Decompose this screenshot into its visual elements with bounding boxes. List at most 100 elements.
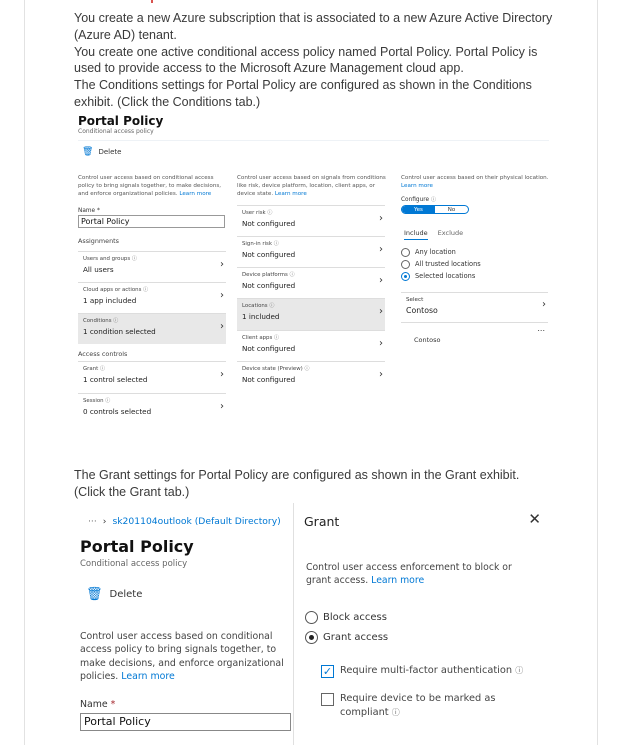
radio-label: Grant access (323, 632, 389, 643)
conditions-description: Control user access based on signals fro… (237, 175, 387, 198)
learn-more-link[interactable]: Learn more (371, 575, 424, 586)
card-signin-risk[interactable]: Sign-in risk ⓘ Not configured › (237, 236, 385, 267)
card-users-groups[interactable]: Users and groups ⓘ All users › (78, 251, 226, 282)
radio-grant-access[interactable]: Grant access (305, 631, 388, 644)
learn-more-link[interactable]: Learn more (179, 191, 211, 197)
card-caption: Sign-in risk ⓘ (242, 241, 279, 248)
card-value: Not configured (242, 219, 296, 229)
radio-label: All trusted locations (415, 260, 481, 269)
card-value: All users (83, 265, 114, 275)
trash-icon: 🗑 (86, 587, 103, 602)
configure-label: Configure ⓘ (401, 196, 436, 203)
red-marker (151, 0, 153, 3)
grant-title: Grant (304, 514, 340, 529)
conditions-exhibit: Portal Policy Conditional access policy … (74, 112, 549, 445)
chevron-right-icon: › (220, 401, 224, 413)
select-locations[interactable]: Select Contoso › (401, 291, 548, 322)
card-value: Not configured (242, 281, 296, 291)
name-field[interactable]: Portal Policy (80, 713, 291, 731)
delete-button[interactable]: 🗑 Delete (82, 147, 121, 157)
chevron-right-icon: › (379, 306, 383, 318)
info-icon: ⓘ (515, 666, 524, 675)
breadcrumb-ellipsis[interactable]: ··· (88, 516, 97, 527)
card-value: 1 included (242, 312, 280, 322)
chevron-right-icon: › (220, 369, 224, 381)
info-icon: ⓘ (430, 196, 436, 203)
chevron-right-icon: › (379, 244, 383, 256)
card-conditions[interactable]: Conditions ⓘ 1 condition selected › (78, 313, 226, 345)
radio-trusted-locations[interactable]: All trusted locations (401, 259, 549, 269)
grant-description: Control user access enforcement to block… (306, 561, 531, 588)
tab-exclude[interactable]: Exclude (438, 229, 463, 240)
card-caption: Device platforms ⓘ (242, 272, 295, 279)
card-caption: Cloud apps or actions ⓘ (83, 287, 149, 294)
delete-label: Delete (98, 148, 122, 156)
breadcrumb: ··· › sk201104outlook (Default Directory) (88, 516, 281, 527)
info-icon: ⓘ (289, 272, 295, 279)
radio-circle-selected (401, 271, 410, 281)
info-icon: ⓘ (99, 366, 105, 373)
toggle-no[interactable]: No (435, 206, 468, 213)
card-caption: Users and groups ⓘ (83, 256, 137, 263)
tab-include[interactable]: Include (404, 229, 428, 240)
page-subtitle: Conditional access policy (80, 559, 188, 569)
grant-intro-text: The Grant settings for Portal Policy are… (74, 468, 520, 499)
checkbox-label: Require multi-factor authentication ⓘ (340, 665, 524, 676)
policy-description: Control user access based on conditional… (80, 630, 285, 683)
radio-label: Block access (323, 612, 387, 623)
name-label: Name * (80, 699, 116, 710)
checkbox-box (321, 693, 334, 706)
intro-line-3: The Conditions settings for Portal Polic… (74, 78, 532, 109)
policy-description: Control user access based on conditional… (78, 175, 228, 198)
name-field[interactable]: Portal Policy (78, 215, 225, 229)
card-session[interactable]: Session ⓘ 0 controls selected › (78, 393, 226, 424)
card-value: Not configured (242, 250, 296, 260)
checkbox-require-mfa[interactable]: ✓ Require multi-factor authentication ⓘ (321, 664, 523, 678)
configure-toggle[interactable]: Yes No (401, 204, 469, 214)
chevron-right-icon: › (379, 338, 383, 350)
card-user-risk[interactable]: User risk ⓘ Not configured › (237, 205, 385, 236)
radio-label: Selected locations (415, 272, 476, 281)
description-text: Control user access based on their physi… (401, 175, 549, 181)
breadcrumb-link[interactable]: sk201104outlook (Default Directory) (112, 516, 280, 527)
divider (78, 140, 549, 141)
radio-any-location[interactable]: Any location (401, 247, 549, 257)
intro-line-1: You create a new Azure subscription that… (74, 11, 553, 42)
radio-circle (305, 611, 318, 624)
location-list-item[interactable]: Contoso ... (401, 321, 548, 344)
learn-more-link[interactable]: Learn more (275, 191, 307, 197)
assignments-label: Assignments (78, 237, 119, 246)
info-icon: ⓘ (269, 303, 275, 310)
card-client-apps[interactable]: Client apps ⓘ Not configured › (237, 330, 385, 361)
card-grant[interactable]: Grant ⓘ 1 control selected › (78, 361, 226, 393)
radio-circle (401, 247, 410, 257)
card-locations[interactable]: Locations ⓘ 1 included › (237, 298, 385, 331)
chevron-right-icon: › (220, 290, 224, 302)
close-icon[interactable]: ✕ (528, 510, 541, 528)
intro-text: You create a new Azure subscription that… (74, 10, 554, 111)
card-caption: Device state (Preview) ⓘ (242, 366, 310, 373)
description-text: Control user access based on conditional… (80, 631, 284, 682)
learn-more-link[interactable]: Learn more (121, 671, 174, 682)
card-device-platforms[interactable]: Device platforms ⓘ Not configured › (237, 267, 385, 298)
info-icon: ⓘ (391, 708, 400, 717)
info-icon: ⓘ (274, 335, 280, 342)
delete-button[interactable]: 🗑 Delete (86, 587, 142, 602)
radio-block-access[interactable]: Block access (305, 611, 387, 624)
chevron-right-icon: › (379, 275, 383, 287)
toggle-yes[interactable]: Yes (402, 205, 435, 213)
locations-column: Control user access based on their physi… (401, 175, 549, 344)
checkbox-require-compliant[interactable]: Require device to be marked as compliant… (321, 692, 521, 720)
card-value: Not configured (242, 344, 296, 354)
radio-selected-locations[interactable]: Selected locations (401, 271, 549, 281)
card-value: 0 controls selected (83, 407, 152, 417)
learn-more-link[interactable]: Learn more (401, 183, 433, 189)
card-device-state[interactable]: Device state (Preview) ⓘ Not configured … (237, 361, 385, 392)
card-cloud-apps[interactable]: Cloud apps or actions ⓘ 1 app included › (78, 282, 226, 313)
card-caption: Conditions ⓘ (83, 318, 119, 325)
card-value: 1 condition selected (83, 327, 156, 337)
select-value: Contoso (406, 305, 438, 315)
more-options-icon[interactable]: ... (537, 324, 545, 333)
radio-circle-selected (305, 631, 318, 644)
checkbox-label: Require device to be marked as compliant… (340, 693, 496, 718)
